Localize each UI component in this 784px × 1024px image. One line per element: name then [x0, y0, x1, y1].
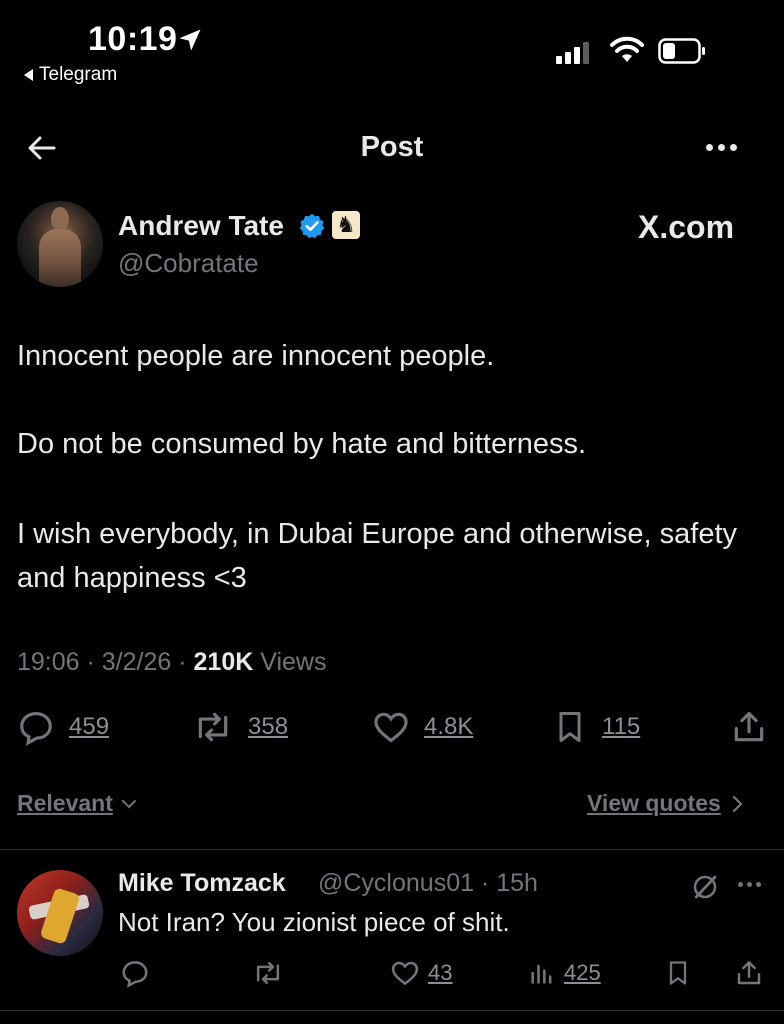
bookmark-count: 115: [602, 713, 641, 740]
reply-views-button[interactable]: 425: [528, 958, 601, 988]
divider: [0, 849, 784, 850]
share-icon[interactable]: [730, 708, 768, 746]
reply-author-name[interactable]: Mike Tomzack: [118, 869, 286, 898]
heart-icon: [391, 961, 419, 986]
reply-bubble-icon: [122, 961, 148, 988]
post-date: 3/2/26: [101, 648, 172, 676]
sort-label: Relevant: [17, 790, 113, 816]
back-to-app-link[interactable]: Telegram: [24, 64, 117, 86]
post-meta: 19:06 · 3/2/26 · 210K Views: [17, 648, 327, 676]
reply-more-options-icon[interactable]: [738, 882, 761, 887]
reply-handle-line: @Cyclonus01 · 15h: [318, 869, 538, 897]
chevron-down-icon: [121, 799, 136, 808]
like-button[interactable]: 4.8K: [372, 708, 473, 746]
reply-button[interactable]: 459: [17, 708, 109, 746]
reply-repost-button[interactable]: [252, 958, 284, 988]
repost-count: 358: [248, 713, 289, 740]
views-count: 210K: [193, 648, 254, 676]
reply-author-handle[interactable]: @Cyclonus01: [318, 869, 474, 897]
repost-icon: [256, 961, 280, 985]
views-label: Views: [260, 648, 327, 676]
status-time: 10:19: [88, 20, 178, 58]
view-quotes-label: View quotes: [587, 790, 721, 816]
reply-share-icon[interactable]: [734, 958, 764, 988]
back-triangle-icon: [24, 69, 33, 81]
reply-bubble-icon: [20, 711, 52, 746]
view-quotes-link[interactable]: View quotes: [587, 790, 745, 817]
author-name[interactable]: Andrew Tate: [118, 210, 284, 242]
verified-badge-icon: [299, 213, 325, 239]
bookmark-icon: [559, 712, 581, 742]
chevron-right-icon: [732, 795, 743, 812]
reply-like-button[interactable]: 43: [390, 958, 452, 988]
reply-text: Not Iran? You zionist piece of shit.: [118, 907, 510, 937]
views-chart-icon: [531, 964, 552, 984]
bookmark-button[interactable]: 115: [552, 708, 640, 746]
battery-icon: [658, 38, 705, 64]
source-label: X.com: [638, 209, 735, 245]
chess-knight-badge-icon: ♞: [332, 211, 360, 239]
reply-count: 459: [69, 713, 110, 740]
reply-age: 15h: [496, 869, 538, 897]
reply-avatar[interactable]: [17, 870, 103, 956]
post-time: 19:06: [17, 648, 80, 676]
reply-views-count: 425: [564, 960, 601, 985]
back-app-label: Telegram: [39, 64, 118, 85]
wifi-icon: [610, 36, 644, 62]
author-avatar[interactable]: [17, 201, 103, 287]
reply-bookmark-icon[interactable]: [664, 958, 692, 988]
location-arrow-icon: [179, 29, 201, 51]
sort-replies-dropdown[interactable]: Relevant: [17, 790, 139, 817]
more-options-icon[interactable]: [706, 144, 737, 151]
repost-icon: [198, 712, 228, 742]
post-paragraph: I wish everybody, in Dubai Europe and ot…: [17, 518, 738, 594]
repost-button[interactable]: 358: [192, 708, 288, 746]
heart-icon: [374, 712, 408, 743]
like-count: 4.8K: [424, 713, 474, 740]
grok-icon[interactable]: [690, 872, 720, 902]
reply-reply-button[interactable]: [120, 958, 150, 988]
cellular-signal-icon: [556, 40, 589, 64]
post-paragraph: Innocent people are innocent people.: [17, 340, 495, 372]
divider: [0, 1010, 784, 1011]
author-handle[interactable]: @Cobratate: [118, 248, 259, 279]
page-title: Post: [360, 131, 424, 163]
post-paragraph: Do not be consumed by hate and bitternes…: [17, 428, 587, 460]
reply-like-count: 43: [428, 960, 453, 985]
